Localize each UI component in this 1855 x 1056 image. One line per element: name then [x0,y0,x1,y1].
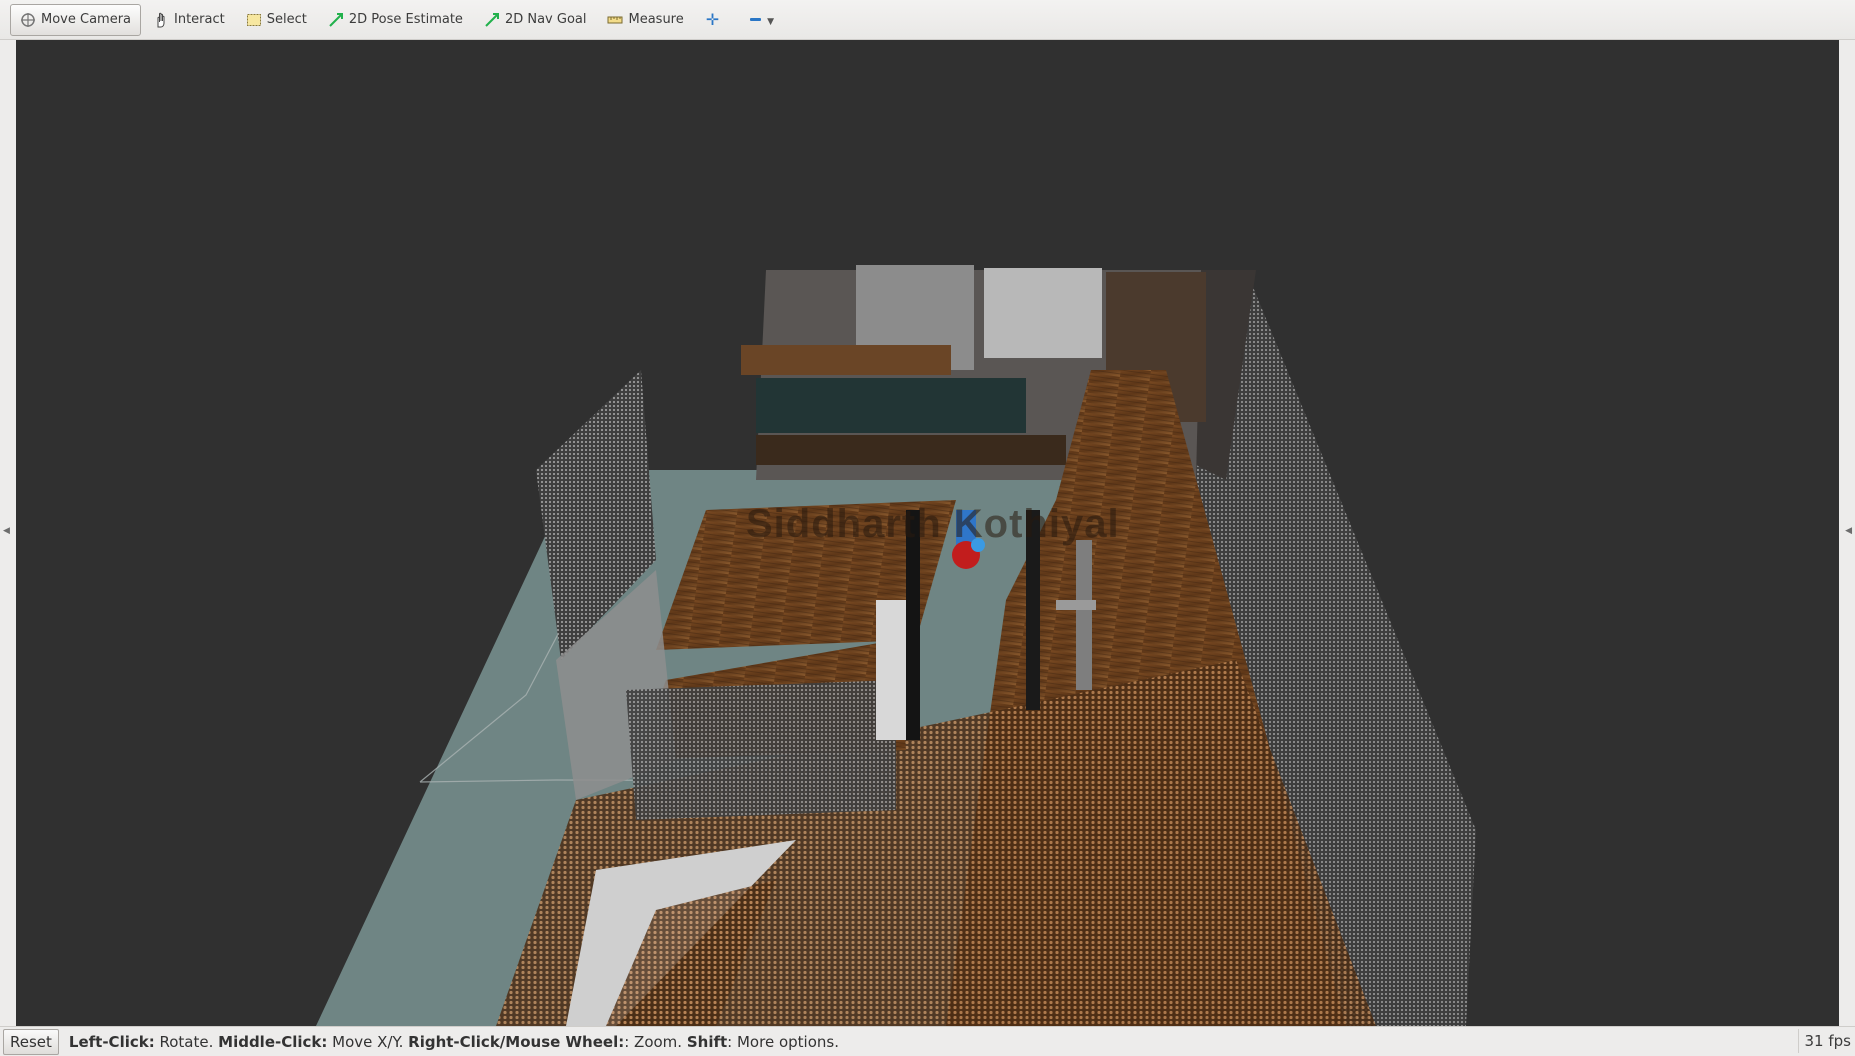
tool-toolbar: Move Camera Interact Select 2D Pose Esti… [0,0,1855,40]
left-dock-splitter[interactable]: ◀ [0,40,14,1026]
interact-tool[interactable]: Interact [144,4,234,36]
mouse-hint-text: Left-Click: Rotate. Middle-Click: Move X… [69,1033,839,1051]
3d-render-viewport[interactable]: Siddharth Kothiyal [16,40,1839,1026]
hint-key: Right-Click/Mouse Wheel: [408,1032,625,1051]
add-tool-button[interactable]: ✛ [696,4,729,36]
move-camera-tool[interactable]: Move Camera [10,3,142,36]
select-rect-icon [246,13,261,26]
plus-icon: ✛ [705,10,720,29]
tool-label: Interact [174,12,225,27]
tool-label: Measure [628,12,684,27]
reset-button[interactable]: Reset [3,1028,59,1055]
expand-right-panel-icon[interactable]: ◀ [1845,526,1852,536]
hint-text: Move X/Y. [327,1032,409,1051]
tool-label: 2D Pose Estimate [348,12,463,27]
hint-key: Left-Click: [68,1032,155,1051]
tool-label: 2D Nav Goal [504,12,587,27]
chair [1076,540,1092,690]
2d-pose-estimate-tool[interactable]: 2D Pose Estimate [319,4,472,36]
hint-key: Shift [686,1032,728,1051]
hand-icon [157,12,165,27]
dark-cabinet [756,378,1026,433]
status-bar: Reset Left-Click: Rotate. Middle-Click: … [0,1026,1855,1056]
move-camera-icon [21,12,35,27]
measure-tool[interactable]: Measure [598,4,692,36]
hint-key: Middle-Click: [218,1032,328,1051]
window-right [984,268,1102,358]
ruler-icon [607,16,623,23]
right-dock-splitter[interactable]: ◀ [1841,40,1855,1026]
tool-label: Move Camera [41,12,132,27]
hint-text: : More options. [727,1032,839,1051]
counter-top [741,345,951,375]
chevron-down-icon: ▼ [767,16,775,27]
hint-text: Rotate. [154,1032,219,1051]
select-tool[interactable]: Select [237,4,316,36]
remove-tool-button[interactable]: ▼ [732,4,782,36]
expand-left-panel-icon[interactable]: ◀ [3,526,10,536]
fps-counter: 31 fps [1797,1029,1855,1053]
watermark-text: Siddharth Kothiyal [746,502,1120,546]
minus-icon [750,18,762,21]
hint-text: : Zoom. [624,1032,687,1051]
green-arrow-icon [485,12,499,27]
2d-nav-goal-tool[interactable]: 2D Nav Goal [475,4,596,36]
green-arrow-icon [329,12,343,27]
tool-label: Select [266,12,307,27]
